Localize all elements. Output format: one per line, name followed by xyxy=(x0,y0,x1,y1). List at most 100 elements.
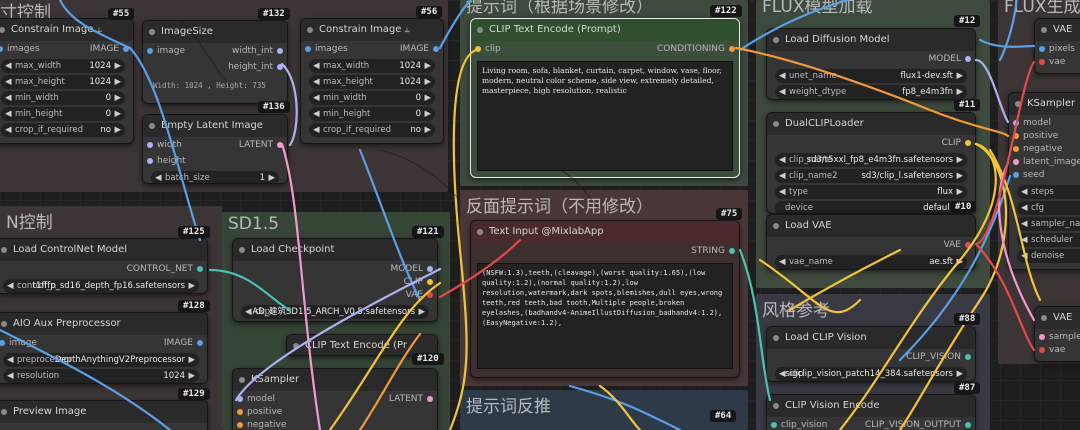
decrement-arrow-icon[interactable]: ◀ xyxy=(779,185,786,199)
increment-arrow-icon[interactable]: ▶ xyxy=(956,255,963,269)
node-title[interactable]: CLIP Vision Encode xyxy=(767,395,975,417)
widget-device[interactable]: device default xyxy=(775,201,967,213)
node-load-checkpoint-121[interactable]: Load Checkpoint MODEL CLIP VAE ◀ ckpt AD_建… xyxy=(232,238,438,322)
node-title[interactable]: DualCLIPLoader xyxy=(767,113,975,135)
output-slot-image[interactable] xyxy=(433,46,439,52)
input-slot-width[interactable] xyxy=(147,142,153,148)
node-ksampler-sd15[interactable]: KSampler model LATENT positive negative xyxy=(232,368,438,430)
increment-arrow-icon[interactable]: ▶ xyxy=(114,91,121,105)
decrement-arrow-icon[interactable]: ◀ xyxy=(5,107,12,121)
decrement-arrow-icon[interactable]: ◀ xyxy=(779,85,786,99)
input-slot-height[interactable] xyxy=(147,158,153,164)
widget-max-width[interactable]: ◀ max_width 1024 ▶ xyxy=(309,59,435,73)
decrement-arrow-icon[interactable]: ◀ xyxy=(779,169,786,183)
node-title[interactable]: CLIP Text Encode (Prompt) xyxy=(471,19,739,41)
node-clip-text-encode-prompt-122[interactable]: CLIP Text Encode (Prompt) clip CONDITION… xyxy=(470,18,740,178)
widget-control-net-name[interactable]: ◀ control_n t1fffp_sd16_depth_fp16.safeten… xyxy=(3,279,199,293)
widget-weight-dtype[interactable]: ◀ weight_dtype fp8_e4m3fn ▶ xyxy=(775,85,967,99)
increment-arrow-icon[interactable]: ▶ xyxy=(956,85,963,99)
node-load-controlnet-125[interactable]: Load ControlNet Model CONTROL_NET ◀ contr… xyxy=(0,238,208,294)
input-slot-latent-image[interactable] xyxy=(1013,159,1019,165)
input-slot-clip-vision[interactable] xyxy=(771,422,777,428)
input-slot-positive[interactable] xyxy=(1013,133,1019,139)
increment-arrow-icon[interactable]: ▶ xyxy=(956,153,963,167)
decrement-arrow-icon[interactable]: ◀ xyxy=(1021,217,1028,231)
node-title[interactable]: KSampler xyxy=(233,369,437,391)
widget-steps[interactable]: ◀ steps xyxy=(1017,185,1080,199)
decrement-arrow-icon[interactable]: ◀ xyxy=(1021,233,1028,247)
output-slot-width[interactable] xyxy=(277,48,283,54)
input-slot-image[interactable] xyxy=(0,340,5,346)
node-title[interactable]: Constrain Image ⥿ xyxy=(0,19,133,41)
increment-arrow-icon[interactable]: ▶ xyxy=(956,169,963,183)
decrement-arrow-icon[interactable]: ◀ xyxy=(5,91,12,105)
node-title[interactable]: Constrain Image ⥿ xyxy=(301,19,443,41)
decrement-arrow-icon[interactable]: ◀ xyxy=(155,171,162,183)
node-empty-latent-136[interactable]: Empty Latent Image width LATENT height ◀… xyxy=(142,114,288,184)
node-title[interactable]: Text Input @MixlabApp xyxy=(471,221,739,243)
output-slot-vae[interactable] xyxy=(427,292,433,298)
widget-min-height[interactable]: ◀ min_height 0 ▶ xyxy=(309,107,435,121)
widget-denoise[interactable]: ◀ denoise xyxy=(1017,249,1080,263)
input-slot-image[interactable] xyxy=(147,48,153,54)
output-slot-conditioning[interactable] xyxy=(729,46,735,52)
widget-clip-name2[interactable]: ◀ clip_name2 sd3/clip_l.safetensors ▶ xyxy=(775,169,967,183)
input-slot-seed[interactable] xyxy=(1013,172,1019,178)
output-slot-control-net[interactable] xyxy=(197,266,203,272)
increment-arrow-icon[interactable]: ▶ xyxy=(424,123,431,137)
input-slot-negative[interactable] xyxy=(237,422,243,428)
node-load-clip-vision-88[interactable]: Load CLIP Vision CLIP_VISION ◀ clip sigcli… xyxy=(766,326,976,382)
widget-unet-name[interactable]: ◀ unet_name flux1-dev.sft ▶ xyxy=(775,69,967,83)
widget-crop-if-required[interactable]: ◀ crop_if_required no ▶ xyxy=(1,123,125,137)
decrement-arrow-icon[interactable]: ◀ xyxy=(5,59,12,73)
prompt-textarea[interactable]: Living room, sofa, blanket, curtain, car… xyxy=(477,61,733,171)
increment-arrow-icon[interactable]: ▶ xyxy=(424,107,431,121)
node-title[interactable]: Load CLIP Vision xyxy=(767,327,975,349)
increment-arrow-icon[interactable]: ▶ xyxy=(424,91,431,105)
input-slot-positive[interactable] xyxy=(237,409,243,415)
widget-clip-vision-name[interactable]: ◀ clip sigclip_vision_patch14_384.safetens… xyxy=(775,367,967,381)
node-dualcliploader-11[interactable]: DualCLIPLoader CLIP ◀ clip_name sd3/t5xxl_… xyxy=(766,112,976,214)
increment-arrow-icon[interactable]: ▶ xyxy=(188,353,195,367)
input-slot-samples[interactable] xyxy=(1039,334,1045,340)
output-slot-model[interactable] xyxy=(427,266,433,272)
decrement-arrow-icon[interactable]: ◀ xyxy=(313,107,320,121)
node-load-diffusion-model-12[interactable]: Load Diffusion Model MODEL ◀ unet_name flu… xyxy=(766,28,976,100)
widget-preprocessor[interactable]: ◀ preprocessor DepthAnythingV2Preprocessor… xyxy=(3,353,199,367)
widget-batch-size[interactable]: ◀ batch_size 1 ▶ xyxy=(151,171,279,183)
increment-arrow-icon[interactable]: ▶ xyxy=(268,171,275,183)
increment-arrow-icon[interactable]: ▶ xyxy=(424,59,431,73)
widget-sampler-name[interactable]: ◀sampler_name xyxy=(1017,217,1080,231)
input-slot-images[interactable] xyxy=(305,46,311,52)
widget-ckpt-name[interactable]: ◀ ckpt AD_建筑SD1.5_ARCH_V0.5.safetensors ▶ xyxy=(241,305,429,319)
node-title[interactable]: VAE xyxy=(1035,307,1080,329)
widget-max-height[interactable]: ◀ max_height 1024 ▶ xyxy=(1,75,125,89)
node-title[interactable]: KSampler xyxy=(1009,93,1080,115)
input-slot-negative[interactable] xyxy=(1013,146,1019,152)
decrement-arrow-icon[interactable]: ◀ xyxy=(7,353,14,367)
input-slot-clip[interactable] xyxy=(475,46,481,52)
output-slot-clip[interactable] xyxy=(427,279,433,285)
node-title[interactable]: Load Diffusion Model xyxy=(767,29,975,51)
increment-arrow-icon[interactable]: ▶ xyxy=(188,369,195,383)
widget-clip-name[interactable]: ◀ clip_name sd3/t5xxl_fp8_e4m3fn.safetenso… xyxy=(775,153,967,167)
widget-max-width[interactable]: ◀ max_width 1024 ▶ xyxy=(1,59,125,73)
output-slot-image[interactable] xyxy=(197,340,203,346)
output-slot-string[interactable] xyxy=(729,248,735,254)
node-vae-decode[interactable]: VAE sample vae xyxy=(1034,306,1080,362)
node-preview-image-129[interactable]: Preview Image xyxy=(0,400,208,430)
increment-arrow-icon[interactable]: ▶ xyxy=(114,107,121,121)
input-slot-vae[interactable] xyxy=(1039,59,1045,65)
node-canvas[interactable]: 寸控制 N控制 SD1.5 提示词（根据场景修改） 反面提示词（不用修改） 提示… xyxy=(0,0,1080,430)
decrement-arrow-icon[interactable]: ◀ xyxy=(5,123,12,137)
input-slot-pixels[interactable] xyxy=(1039,46,1045,52)
output-slot-clip[interactable] xyxy=(965,140,971,146)
decrement-arrow-icon[interactable]: ◀ xyxy=(779,255,786,269)
increment-arrow-icon[interactable]: ▶ xyxy=(424,75,431,89)
input-slot-model[interactable] xyxy=(237,396,243,402)
negative-prompt-textarea[interactable]: (NSFW:1.3),teeth,(cleavage),(worst quali… xyxy=(477,263,733,369)
decrement-arrow-icon[interactable]: ◀ xyxy=(779,69,786,83)
widget-resolution[interactable]: ◀ resolution 1024 ▶ xyxy=(3,369,199,383)
output-slot-image[interactable] xyxy=(123,46,129,52)
node-ksampler-flux[interactable]: KSampler model positive negative latent_… xyxy=(1008,92,1080,270)
